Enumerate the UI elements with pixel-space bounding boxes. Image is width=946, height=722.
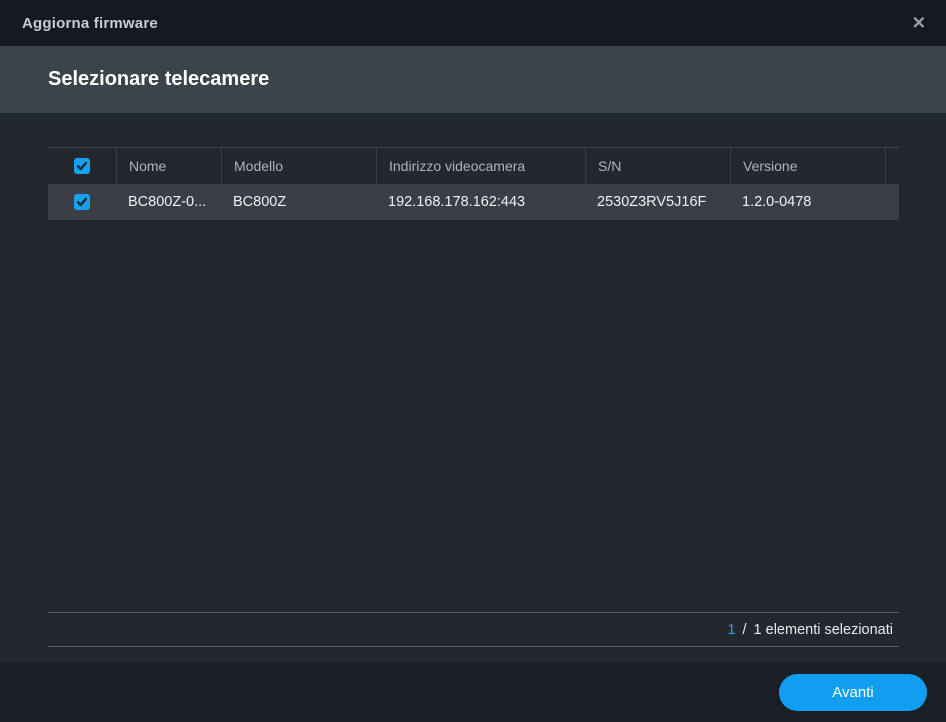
pagination-bar: 1 / 1 elementi selezionati bbox=[48, 612, 899, 647]
dialog-title: Aggiorna firmware bbox=[22, 14, 158, 32]
column-header-model[interactable]: Modello bbox=[221, 148, 376, 184]
row-cell-name: BC800Z-0... bbox=[128, 194, 207, 210]
page-title: Selezionare telecamere bbox=[48, 68, 270, 90]
dialog-footer: Avanti bbox=[0, 662, 946, 722]
table-header-row: Nome Modello Indirizzo videocamera S/N V… bbox=[48, 147, 899, 184]
checkmark-icon bbox=[76, 161, 88, 171]
table-row[interactable]: BC800Z-0... BC800Z 192.168.178.162:443 2… bbox=[48, 184, 899, 220]
column-header-version[interactable]: Versione bbox=[730, 148, 885, 184]
dialog-titlebar: Aggiorna firmware ✕ bbox=[0, 0, 946, 46]
column-header-spacer bbox=[885, 148, 899, 184]
page-number-link[interactable]: 1 bbox=[727, 622, 735, 638]
camera-table: Nome Modello Indirizzo videocamera S/N V… bbox=[48, 147, 899, 220]
selection-count-text: 1 elementi selezionati bbox=[753, 621, 893, 638]
row-cell-serial: 2530Z3RV5J16F bbox=[597, 194, 707, 210]
table-header-checkbox-cell bbox=[48, 148, 116, 184]
column-header-serial[interactable]: S/N bbox=[585, 148, 730, 184]
column-header-name[interactable]: Nome bbox=[116, 148, 221, 184]
dialog-subheader: Selezionare telecamere bbox=[0, 46, 946, 113]
row-checkbox-cell bbox=[48, 184, 116, 220]
row-cell-spacer bbox=[885, 184, 899, 220]
row-cell-version: 1.2.0-0478 bbox=[742, 194, 812, 210]
pagination-separator: / bbox=[742, 621, 747, 638]
next-button[interactable]: Avanti bbox=[779, 673, 927, 711]
column-header-address[interactable]: Indirizzo videocamera bbox=[376, 148, 585, 184]
update-firmware-dialog: Aggiorna firmware ✕ Selezionare telecame… bbox=[0, 0, 946, 722]
close-icon[interactable]: ✕ bbox=[912, 15, 926, 32]
row-cell-address: 192.168.178.162:443 bbox=[388, 194, 526, 210]
row-checkbox[interactable] bbox=[74, 194, 90, 210]
row-cell-model: BC800Z bbox=[233, 194, 287, 210]
checkmark-icon bbox=[76, 197, 88, 207]
select-all-checkbox[interactable] bbox=[74, 158, 90, 174]
